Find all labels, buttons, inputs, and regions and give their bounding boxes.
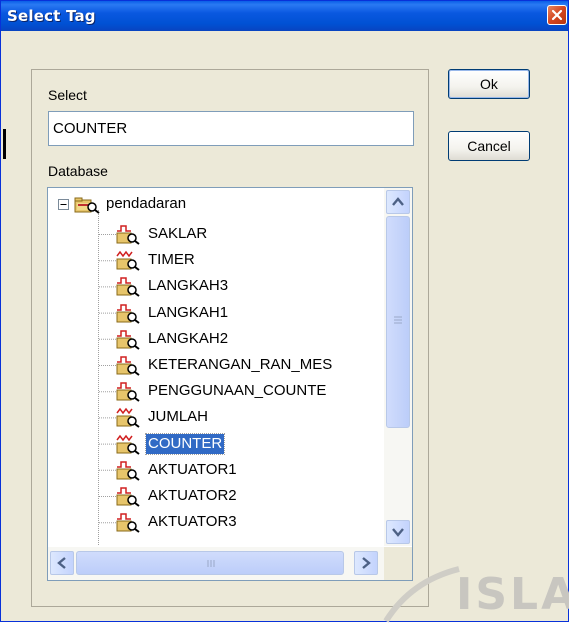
tree-root-label: pendadaran: [106, 195, 187, 212]
analog-tag-icon: [116, 408, 140, 429]
tree-item[interactable]: AKTUATOR1: [48, 458, 383, 482]
database-icon: [74, 197, 100, 214]
tree-item-label: AKTUATOR3: [148, 513, 237, 531]
digital-tag-icon: [116, 487, 140, 507]
grip-icon: [207, 560, 215, 567]
database-tree[interactable]: pendadaran SAKLAR TIMER LANGKAH3 LANGKAH1 LA…: [47, 187, 413, 581]
scroll-right-button[interactable]: [354, 551, 378, 575]
digital-tag-icon: [116, 461, 140, 481]
scroll-left-button[interactable]: [50, 551, 74, 575]
close-icon: [551, 9, 563, 21]
digital-tag-icon: [116, 225, 140, 245]
chevron-up-icon: [392, 197, 404, 206]
digital-tag-icon: [116, 382, 140, 402]
cancel-button[interactable]: Cancel: [448, 131, 530, 161]
tree-item-label: AKTUATOR2: [148, 487, 237, 504]
tree-item[interactable]: KETERANGAN_RAN_MES: [48, 353, 383, 377]
tree-item-label: LANGKAH1: [148, 303, 229, 321]
grip-icon: [394, 316, 402, 324]
collapse-icon[interactable]: [58, 199, 69, 210]
select-input[interactable]: COUNTER: [48, 111, 414, 146]
tree-item-label: LANGKAH3: [148, 277, 229, 295]
tree-item[interactable]: LANGKAH1: [48, 301, 383, 325]
tree-item[interactable]: AKTUATOR3: [48, 510, 383, 534]
tree-root-node[interactable]: pendadaran: [48, 192, 383, 216]
tree-item[interactable]: JUMLAH: [48, 405, 383, 429]
watermark-logo-arc: [383, 566, 460, 623]
tree-item[interactable]: PENGGUNAAN_COUNTE: [48, 379, 383, 403]
tree-item-label: JUMLAH: [148, 408, 209, 426]
watermark-text: ISLA: [456, 569, 569, 620]
digital-tag-icon: [116, 330, 140, 350]
vertical-scrollbar[interactable]: [384, 188, 412, 546]
tree-view[interactable]: pendadaran SAKLAR TIMER LANGKAH3 LANGKAH1 LA…: [48, 188, 383, 546]
ok-button[interactable]: Ok: [448, 69, 530, 99]
scroll-down-button[interactable]: [386, 520, 410, 544]
database-label: Database: [48, 163, 108, 179]
digital-tag-icon: [116, 303, 140, 324]
stray-mark: [3, 129, 6, 159]
tree-item[interactable]: LANGKAH2: [48, 327, 383, 351]
tree-item-label: LANGKAH2: [148, 329, 229, 347]
select-tag-dialog: Select Tag Select COUNTER Database penda…: [0, 0, 569, 623]
tree-item[interactable]: COUNTER: [48, 432, 383, 456]
tree-item-label: AKTUATOR1: [148, 460, 237, 478]
digital-tag-icon: [116, 356, 140, 376]
tree-item-label: COUNTER: [144, 432, 226, 455]
select-label: Select: [48, 87, 87, 103]
horizontal-scrollbar[interactable]: [48, 547, 384, 580]
tree-item-label: KETERANGAN_RAN_MES: [148, 356, 333, 373]
horizontal-scroll-thumb[interactable]: [76, 551, 344, 575]
chevron-down-icon: [392, 528, 404, 537]
tree-item-label: PENGGUNAAN_COUNTE: [148, 382, 327, 400]
tree-item[interactable]: SAKLAR: [48, 222, 383, 246]
tree-item[interactable]: TIMER: [48, 248, 383, 272]
digital-tag-icon: [116, 513, 140, 533]
chevron-left-icon: [57, 557, 66, 569]
close-button[interactable]: [547, 5, 567, 25]
scroll-up-button[interactable]: [386, 190, 410, 214]
title-bar[interactable]: Select Tag: [1, 1, 568, 31]
window-title: Select Tag: [7, 7, 96, 25]
digital-tag-icon: [116, 277, 140, 298]
tree-item[interactable]: LANGKAH3: [48, 274, 383, 298]
analog-tag-icon: [116, 434, 140, 455]
tree-item-label: TIMER: [148, 251, 195, 269]
chevron-right-icon: [362, 557, 371, 569]
tree-item-label: SAKLAR: [148, 225, 208, 242]
analog-tag-icon: [116, 250, 140, 271]
vertical-scroll-thumb[interactable]: [386, 216, 410, 428]
tree-item[interactable]: AKTUATOR2: [48, 484, 383, 508]
